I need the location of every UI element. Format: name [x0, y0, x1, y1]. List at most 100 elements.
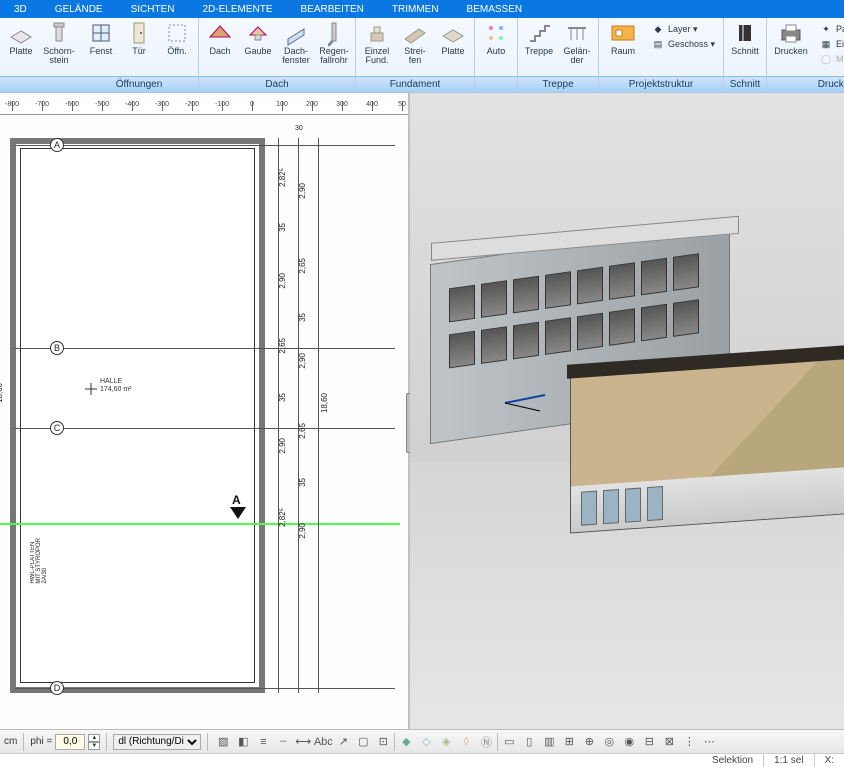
- phi-spinner[interactable]: ▲▼: [88, 734, 100, 750]
- auto-icon: [483, 20, 509, 46]
- axis-line: [15, 688, 395, 689]
- paper-icon: ✦: [819, 22, 833, 36]
- storey-icon: ▤: [651, 37, 665, 51]
- tb-lines-icon[interactable]: ≡: [254, 733, 272, 751]
- menu-trimmen[interactable]: TRIMMEN: [378, 4, 453, 15]
- btn-layer[interactable]: ◆Layer ▾: [651, 22, 715, 36]
- btn-papierformat[interactable]: ✦Papierformat: [819, 22, 844, 36]
- door-icon: [126, 20, 152, 46]
- btn-mehrere-seiten[interactable]: ◯Mehrere Seiten: [819, 52, 844, 66]
- btn-schnitt[interactable]: Schnitt: [728, 20, 762, 56]
- tb-sq1-icon[interactable]: ▢: [354, 733, 372, 751]
- menu-2d[interactable]: 2D-ELEMENTE: [189, 4, 287, 15]
- tb-n-icon[interactable]: Ⓝ: [477, 733, 495, 751]
- foundation-icon: [364, 20, 390, 46]
- tb-center-icon[interactable]: ⊕: [580, 733, 598, 751]
- tb-arrow-icon[interactable]: ↗: [334, 733, 352, 751]
- btn-dachfenster[interactable]: Dach- fenster: [279, 20, 313, 66]
- pages-icon: ◯: [819, 52, 833, 66]
- group-label-drucken: Drucken: [767, 76, 844, 92]
- tb-view3-icon[interactable]: ▥: [540, 733, 558, 751]
- menu-bearbeiten[interactable]: BEARBEITEN: [287, 4, 378, 15]
- tb-dots-icon[interactable]: ⋮: [680, 733, 698, 751]
- btn-oeffnung[interactable]: Öffn.: [160, 20, 194, 56]
- tb-target1-icon[interactable]: ◎: [600, 733, 618, 751]
- dormer-icon: [245, 20, 271, 46]
- ruler-tick-label: -500: [95, 101, 109, 108]
- tb-dash-icon[interactable]: ┄: [274, 733, 292, 751]
- tb-layer4-icon[interactable]: ◊: [457, 733, 475, 751]
- btn-streifen[interactable]: Strei- fen: [398, 20, 432, 66]
- ruler-tick-label: 200: [306, 101, 318, 108]
- dim-value: 2,82⁵: [278, 168, 287, 187]
- tb-style-icon[interactable]: ◧: [234, 733, 252, 751]
- ruler-tick-label: 0: [250, 101, 254, 108]
- tb-layer1-icon[interactable]: ◆: [397, 733, 415, 751]
- btn-dach[interactable]: Dach: [203, 20, 237, 56]
- bottom-toolbar: cm phi = ▲▼ dl (Richtung/Di ▨◧≡┄⟷Abc↗▢⊡◆…: [0, 729, 844, 753]
- btn-einheit[interactable]: ▦Einheit/Maßst.: [819, 37, 844, 51]
- tb-more-icon[interactable]: ⋯: [700, 733, 718, 751]
- group-label-auto: [475, 76, 517, 92]
- section-icon: [732, 20, 758, 46]
- unit-label: cm: [4, 736, 17, 747]
- btn-tuer[interactable]: Tür: [122, 20, 156, 56]
- ruler-tick-label: -200: [185, 101, 199, 108]
- btn-schornstein[interactable]: Schorn- stein: [42, 20, 76, 66]
- 3d-view[interactable]: [410, 93, 844, 729]
- ruler-tick-label: 50: [398, 101, 406, 108]
- tb-hatch-icon[interactable]: ▨: [214, 733, 232, 751]
- dim-small: 30: [295, 125, 303, 132]
- btn-auto[interactable]: Auto: [479, 20, 513, 56]
- plan-view[interactable]: -800-700-600-500-400-300-200-10001002003…: [0, 93, 410, 729]
- tb-abc-icon[interactable]: Abc: [314, 733, 332, 751]
- building-outline: [10, 138, 265, 693]
- menu-sichten[interactable]: SICHTEN: [117, 4, 189, 15]
- btn-gaube[interactable]: Gaube: [241, 20, 275, 56]
- group-label-blank1: [0, 76, 80, 92]
- axis-c: C: [50, 421, 64, 435]
- btn-regenfallrohr[interactable]: Regen- fallrohr: [317, 20, 351, 66]
- btn-geschoss[interactable]: ▤Geschoss ▾: [651, 37, 715, 51]
- section-line[interactable]: [0, 523, 400, 525]
- tb-layer2-icon[interactable]: ◇: [417, 733, 435, 751]
- tb-grid3-icon[interactable]: ⊠: [660, 733, 678, 751]
- section-marker: A: [232, 493, 241, 507]
- group-label-oeffnungen: Öffnungen: [80, 76, 198, 92]
- axis-line: [15, 348, 395, 349]
- unit-icon: ▦: [819, 37, 833, 51]
- ruler-tick-label: -400: [125, 101, 139, 108]
- ruler-tick-label: -600: [65, 101, 79, 108]
- dim-value: 2,90: [298, 523, 307, 539]
- btn-drucken[interactable]: Drucken: [771, 20, 811, 56]
- menu-gelaende[interactable]: GELÄNDE: [41, 4, 117, 15]
- tb-dim-icon[interactable]: ⟷: [294, 733, 312, 751]
- axis-gizmo-icon: [505, 393, 565, 413]
- ruler-tick-label: -800: [5, 101, 19, 108]
- dim-value: 2,90: [298, 353, 307, 369]
- btn-platte[interactable]: Platte: [4, 20, 38, 56]
- menu-3d[interactable]: 3D: [0, 4, 41, 15]
- btn-fund-platte[interactable]: Platte: [436, 20, 470, 56]
- tb-view1-icon[interactable]: ▭: [500, 733, 518, 751]
- btn-fenster[interactable]: Fenst: [84, 20, 118, 56]
- axis-line: [15, 428, 395, 429]
- btn-gelaender[interactable]: Gelän- der: [560, 20, 594, 66]
- tb-layer3-icon[interactable]: ◈: [437, 733, 455, 751]
- btn-einzelfund[interactable]: Einzel Fund.: [360, 20, 394, 66]
- tb-target2-icon[interactable]: ◉: [620, 733, 638, 751]
- tb-sq2-icon[interactable]: ⊡: [374, 733, 392, 751]
- axis-d: D: [50, 681, 64, 695]
- ruler-tick-label: 300: [336, 101, 348, 108]
- dim-value: 35: [278, 393, 287, 402]
- btn-treppe[interactable]: Treppe: [522, 20, 556, 56]
- btn-raum[interactable]: Raum: [603, 20, 643, 56]
- menu-bemassen[interactable]: BEMASSEN: [453, 4, 537, 15]
- tb-grid-icon[interactable]: ⊞: [560, 733, 578, 751]
- floor-plan-drawing: A B C D A HALLE 174,60 m² 18,00 2,82⁵2,9…: [0, 123, 408, 729]
- mode-select[interactable]: dl (Richtung/Di: [113, 734, 201, 750]
- tb-grid2-icon[interactable]: ⊟: [640, 733, 658, 751]
- dim-line: [278, 138, 279, 693]
- tb-view2-icon[interactable]: ▯: [520, 733, 538, 751]
- phi-input[interactable]: [55, 734, 85, 750]
